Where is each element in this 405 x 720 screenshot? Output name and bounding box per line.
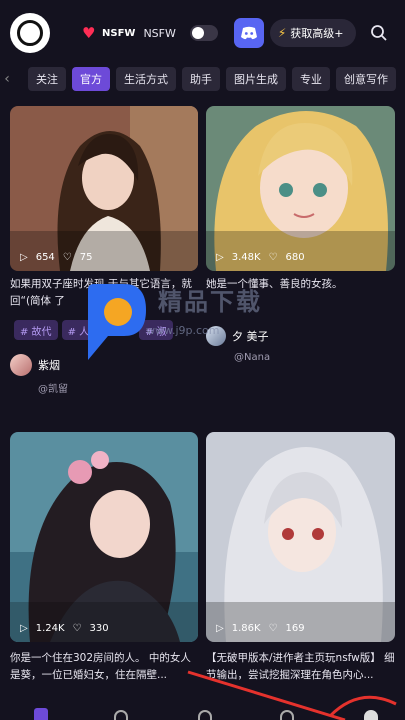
card-image[interactable]: ▷ 654 ♡ 75 xyxy=(10,106,198,271)
author-handle: @Nana xyxy=(234,352,271,363)
logo-ring-icon xyxy=(17,20,43,46)
category-tabs: ‹ 关注 官方 生活方式 助手 图片生成 专业 创意写作 xyxy=(0,66,405,92)
nsfw-badge: ♥ NSFW xyxy=(82,23,136,42)
nsfw-toggle[interactable] xyxy=(189,25,218,41)
views-count: 1.86K xyxy=(231,623,261,634)
views-count: 654 xyxy=(35,252,55,263)
author[interactable]: 紫烟 xyxy=(10,354,60,376)
bolt-icon: ⚡ xyxy=(277,26,287,40)
card-stats: ▷ 1.86K ♡ 169 xyxy=(216,623,305,634)
discord-button[interactable] xyxy=(233,18,264,48)
watermark-logo xyxy=(88,284,146,360)
chevron-left-icon[interactable]: ‹ xyxy=(0,71,14,87)
heart-icon: ♡ xyxy=(62,252,72,263)
card-image[interactable]: ▷ 1.86K ♡ 169 xyxy=(206,432,395,642)
watermark-url: www.j9p.com xyxy=(146,324,220,337)
author-name: 紫烟 xyxy=(38,359,60,372)
card-stats: ▷ 3.48K ♡ 680 xyxy=(216,252,305,263)
tag[interactable]: # 故代 xyxy=(14,320,58,340)
card-stats: ▷ 654 ♡ 75 xyxy=(20,252,93,263)
premium-button[interactable]: ⚡ 获取高级+ xyxy=(269,19,356,47)
likes-count: 680 xyxy=(285,252,305,263)
card-stats: ▷ 1.24K ♡ 330 xyxy=(20,623,109,634)
toggle-knob xyxy=(191,27,204,39)
nsfw-toggle-label: NSFW xyxy=(143,26,176,40)
avatar xyxy=(10,354,32,376)
heart-icon: ♥ xyxy=(82,23,96,42)
card-caption: 你是一个住在302房间的人。 中的女人是葵，一位已婚妇女，住在隔壁... xyxy=(10,652,191,681)
watermark-text: 精品下载 xyxy=(158,288,262,316)
likes-count: 330 xyxy=(89,623,109,634)
nav-profile-icon[interactable] xyxy=(364,710,378,720)
author-handle: @凯留 xyxy=(38,384,68,395)
likes-count: 169 xyxy=(285,623,305,634)
tab-lifestyle[interactable]: 生活方式 xyxy=(116,67,176,91)
card-caption: 【无破甲版本/进作者主页玩nsfw版】 细节输出，尝试挖掘深理在角色内心... xyxy=(206,652,395,681)
views-icon: ▷ xyxy=(216,623,224,634)
character-card[interactable]: ▷ 3.48K ♡ 680 她是一个懂事、善良的女孩。 夕 美子 @Nana xyxy=(206,106,395,376)
tab-professional[interactable]: 专业 xyxy=(292,67,330,91)
tab-assistant[interactable]: 助手 xyxy=(182,67,220,91)
tab-track: 关注 官方 生活方式 助手 图片生成 专业 创意写作 xyxy=(14,67,405,91)
tab-official[interactable]: 官方 xyxy=(72,67,110,91)
top-header: ♥ NSFW NSFW ⚡ 获取高级+ xyxy=(0,0,405,66)
character-card[interactable]: ▷ 1.86K ♡ 169 【无破甲版本/进作者主页玩nsfw版】 细节输出，尝试挖… xyxy=(206,432,395,720)
character-card[interactable]: ▷ 1.24K ♡ 330 你是一个住在302房间的人。 中的女人是葵，一位已婚妇女… xyxy=(10,432,198,720)
card-image[interactable]: ▷ 1.24K ♡ 330 xyxy=(10,432,198,642)
search-icon[interactable] xyxy=(370,24,388,42)
card-image[interactable]: ▷ 3.48K ♡ 680 xyxy=(206,106,395,271)
tab-creative-writing[interactable]: 创意写作 xyxy=(336,67,396,91)
nav-create-icon[interactable] xyxy=(198,710,212,720)
app-logo[interactable] xyxy=(10,13,50,53)
heart-icon: ♡ xyxy=(72,623,82,634)
views-count: 1.24K xyxy=(35,623,65,634)
views-icon: ▷ xyxy=(20,623,28,634)
discord-icon xyxy=(240,26,257,40)
tab-follow[interactable]: 关注 xyxy=(28,67,66,91)
views-count: 3.48K xyxy=(231,252,261,263)
premium-label: 获取高级+ xyxy=(290,27,344,40)
author-name: 夕 美子 xyxy=(232,330,269,343)
heart-icon: ♡ xyxy=(268,252,278,263)
nav-explore-icon[interactable] xyxy=(114,710,128,720)
likes-count: 75 xyxy=(79,252,93,263)
bottom-nav xyxy=(0,704,405,720)
nsfw-badge-label: NSFW xyxy=(102,27,136,39)
heart-icon: ♡ xyxy=(268,623,278,634)
views-icon: ▷ xyxy=(20,252,28,263)
nav-home-icon[interactable] xyxy=(34,708,48,720)
tab-image-gen[interactable]: 图片生成 xyxy=(226,67,286,91)
nav-chat-icon[interactable] xyxy=(280,710,294,720)
views-icon: ▷ xyxy=(216,252,224,263)
